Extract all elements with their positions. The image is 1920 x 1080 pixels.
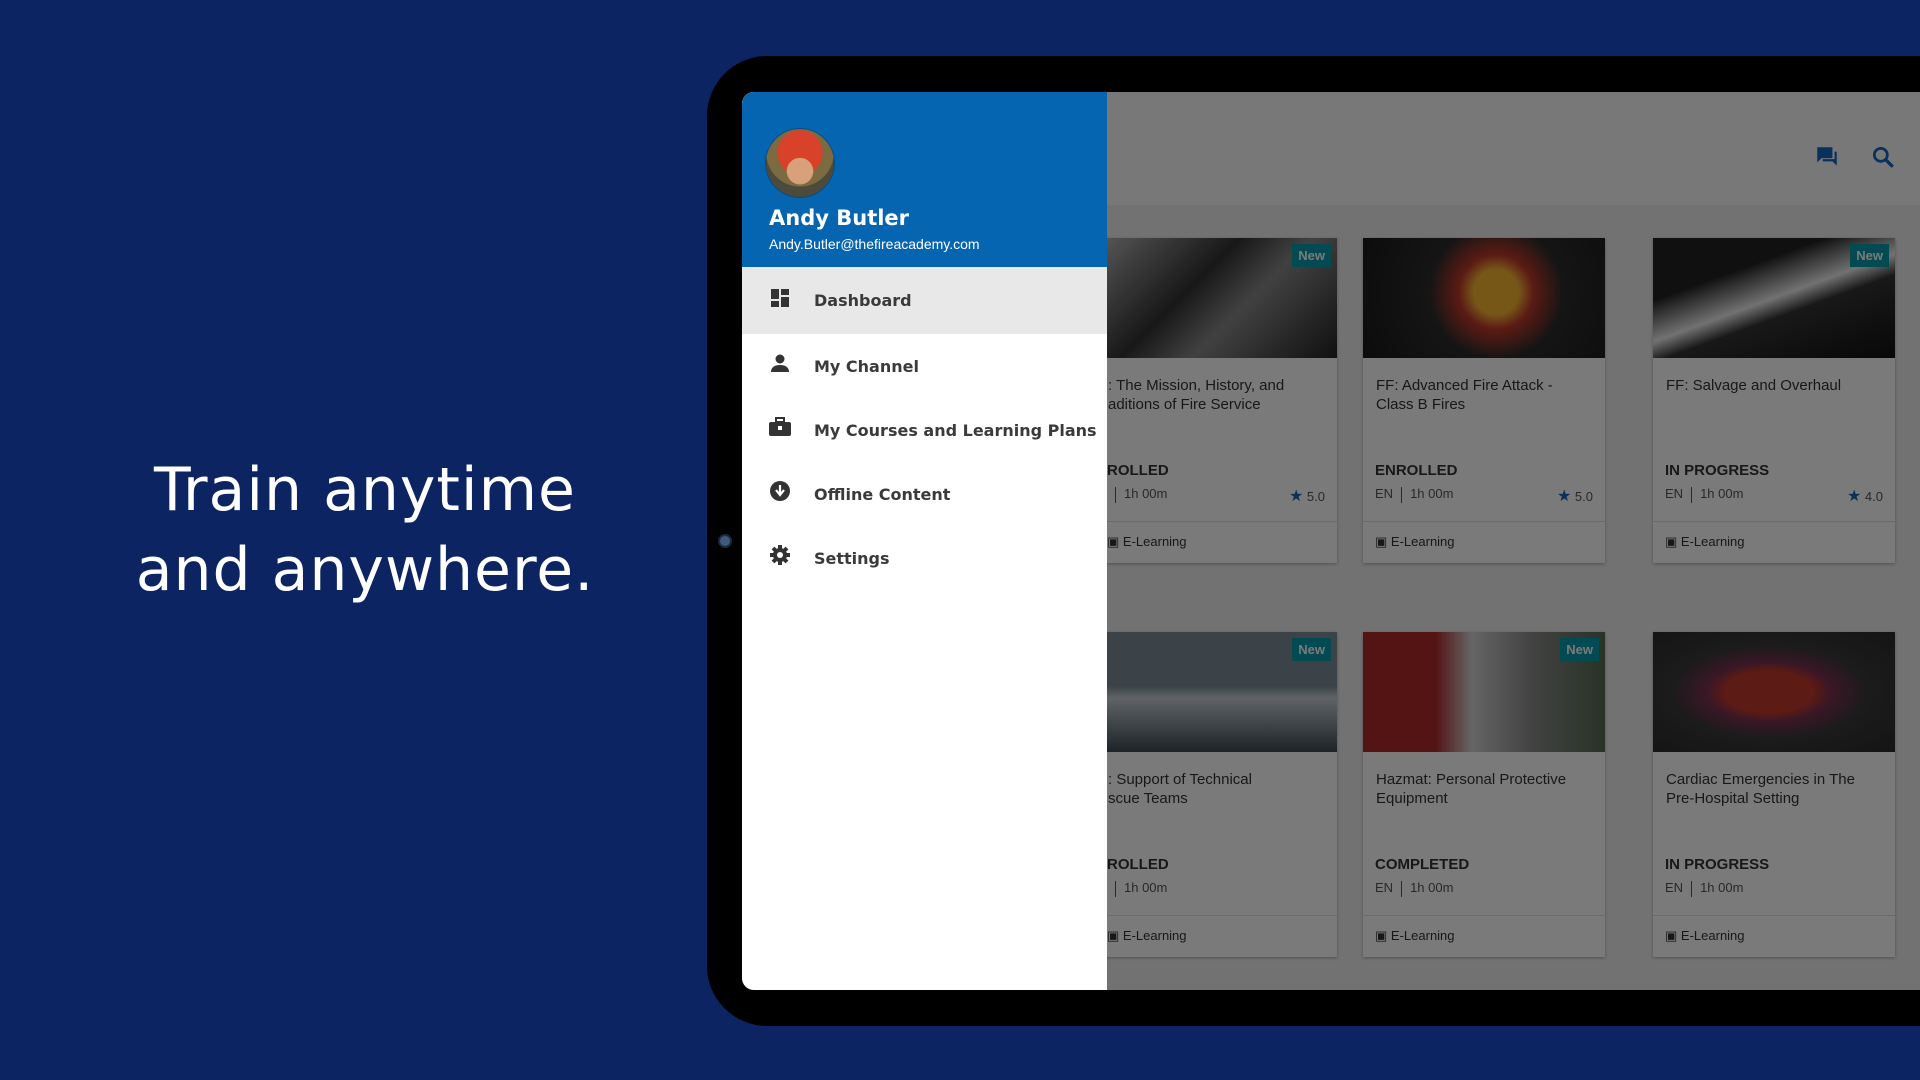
menu-item-my-courses[interactable]: My Courses and Learning Plans [742, 398, 1107, 462]
tagline-line-2: and anywhere. [135, 535, 595, 605]
person-icon [768, 353, 792, 379]
camera-icon [718, 534, 732, 548]
menu-item-dashboard[interactable]: Dashboard [742, 267, 1107, 334]
drawer-header: Andy Butler Andy.Butler@thefireacademy.c… [742, 92, 1107, 267]
promo-tagline: Train anytime and anywhere. [40, 450, 690, 610]
menu-label: Offline Content [814, 484, 951, 504]
download-icon [768, 480, 792, 508]
navigation-drawer: Andy Butler Andy.Butler@thefireacademy.c… [742, 92, 1107, 990]
menu-item-offline-content[interactable]: Offline Content [742, 462, 1107, 526]
menu-item-settings[interactable]: Settings [742, 526, 1107, 590]
menu-label: My Channel [814, 356, 919, 376]
avatar[interactable] [765, 128, 835, 198]
user-name: Andy Butler [769, 206, 910, 230]
menu-label: My Courses and Learning Plans [814, 420, 1097, 440]
menu-item-my-channel[interactable]: My Channel [742, 334, 1107, 398]
tagline-line-1: Train anytime [154, 455, 576, 525]
gear-icon [768, 544, 792, 572]
dashboard-icon [768, 288, 792, 313]
briefcase-icon [768, 417, 792, 443]
app-screen: New : The Mission, History, and aditions… [742, 92, 1920, 990]
menu-label: Settings [814, 548, 890, 568]
user-email: Andy.Butler@thefireacademy.com [769, 236, 980, 252]
menu-label: Dashboard [814, 291, 912, 310]
